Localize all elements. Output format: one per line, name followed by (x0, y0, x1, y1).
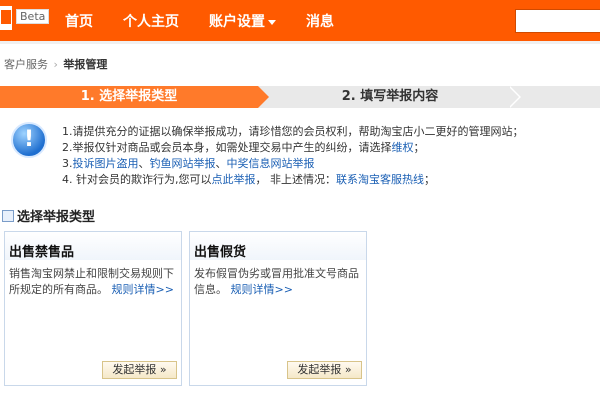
notice-line-4-end: ； (424, 173, 435, 186)
notice-line-3-sep-1: 、 (138, 157, 150, 170)
taobao-logo[interactable] (0, 6, 12, 30)
notice-line-2-end: ； (413, 141, 425, 154)
step-2: 2. 填写举报内容 (341, 89, 439, 104)
progress-steps: 1. 选择举报类型 2. 填写举报内容 (0, 86, 600, 108)
breadcrumb-customer-service[interactable]: 客户服务 (4, 58, 48, 71)
nav-item-account-settings[interactable]: 账户设置 (194, 0, 291, 44)
beta-badge: Beta (16, 9, 50, 24)
section-icon (2, 210, 14, 222)
notice-list: 1.请提供充分的证据以确保举报成功，请珍惜您的会员权利，帮助淘宝店小二更好的管理… (62, 124, 597, 188)
notice-line-3-sep-2: 、 (215, 157, 227, 170)
nav-item-home[interactable]: 首页 (50, 0, 108, 44)
report-type-card: 出售禁售品 销售淘宝网禁止和限制交易规则下所规定的所有商品。 规则详情>> 发起… (4, 231, 182, 386)
nav-item-account-settings-label: 账户设置 (209, 14, 265, 30)
logo-mark (1, 10, 11, 24)
start-report-button[interactable]: 发起举报 » (287, 361, 362, 379)
breadcrumb: 客户服务 › 举报管理 (4, 56, 107, 72)
step-2-arrow (508, 86, 519, 108)
info-icon: ! (11, 122, 47, 158)
customer-service-hotline-link[interactable]: 联系淘宝客服热线 (336, 173, 424, 186)
notice-line-4: 4. 针对会员的欺诈行为,您可以点此举报， 非上述情况：联系淘宝客服热线； (62, 172, 597, 188)
card-description: 销售淘宝网禁止和限制交易规则下所规定的所有商品。 规则详情>> (9, 266, 179, 298)
nav-item-profile[interactable]: 个人主页 (108, 0, 194, 44)
section-title: 选择举报类型 (2, 206, 95, 225)
notice-line-2: 2.举报仅针对商品或会员本身，如需处理交易中产生的纠纷，请选择维权； (62, 140, 597, 156)
report-type-card: 出售假货 发布假冒伪劣或冒用批准文号商品信息。 规则详情>> 发起举报 » (189, 231, 367, 386)
chevron-down-icon (268, 19, 276, 25)
notice-line-1: 1.请提供充分的证据以确保举报成功，请珍惜您的会员权利，帮助淘宝店小二更好的管理… (62, 125, 524, 138)
report-here-link[interactable]: 点此举报 (212, 173, 256, 186)
notice-line-4-text: 4. 针对会员的欺诈行为,您可以 (62, 173, 212, 186)
prize-scam-site-report-link[interactable]: 中奖信息网站举报 (227, 157, 315, 170)
phishing-site-report-link[interactable]: 钓鱼网站举报 (150, 157, 216, 170)
notice-line-3: 3.投诉图片盗用、钓鱼网站举报、中奖信息网站举报 (62, 156, 597, 172)
rule-details-link[interactable]: 规则详情>> (112, 283, 174, 296)
notice-line-2-text: 2.举报仅针对商品或会员本身，如需处理交易中产生的纠纷，请选择 (62, 141, 392, 154)
breadcrumb-separator: › (53, 58, 58, 71)
notice-line-3-prefix: 3. (62, 157, 73, 170)
card-title: 出售假货 (194, 245, 247, 260)
section-title-text: 选择举报类型 (17, 210, 96, 225)
search-input[interactable] (515, 9, 600, 33)
breadcrumb-current: 举报管理 (63, 58, 108, 71)
top-navbar: Beta 首页 个人主页 账户设置 消息 (0, 0, 600, 44)
image-theft-complaint-link[interactable]: 投诉图片盗用 (73, 157, 139, 170)
step-1-arrow (258, 86, 269, 108)
notice-line-4-mid: ， 非上述情况： (255, 173, 337, 186)
start-report-button[interactable]: 发起举报 » (102, 361, 177, 379)
rights-protection-link[interactable]: 维权 (392, 141, 414, 154)
card-description: 发布假冒伪劣或冒用批准文号商品信息。 规则详情>> (194, 266, 364, 298)
card-title: 出售禁售品 (9, 245, 75, 260)
rule-details-link[interactable]: 规则详情>> (231, 283, 293, 296)
step-1-active: 1. 选择举报类型 (0, 86, 258, 108)
main-nav: 首页 个人主页 账户设置 消息 (50, 0, 349, 44)
nav-item-messages[interactable]: 消息 (291, 0, 349, 44)
